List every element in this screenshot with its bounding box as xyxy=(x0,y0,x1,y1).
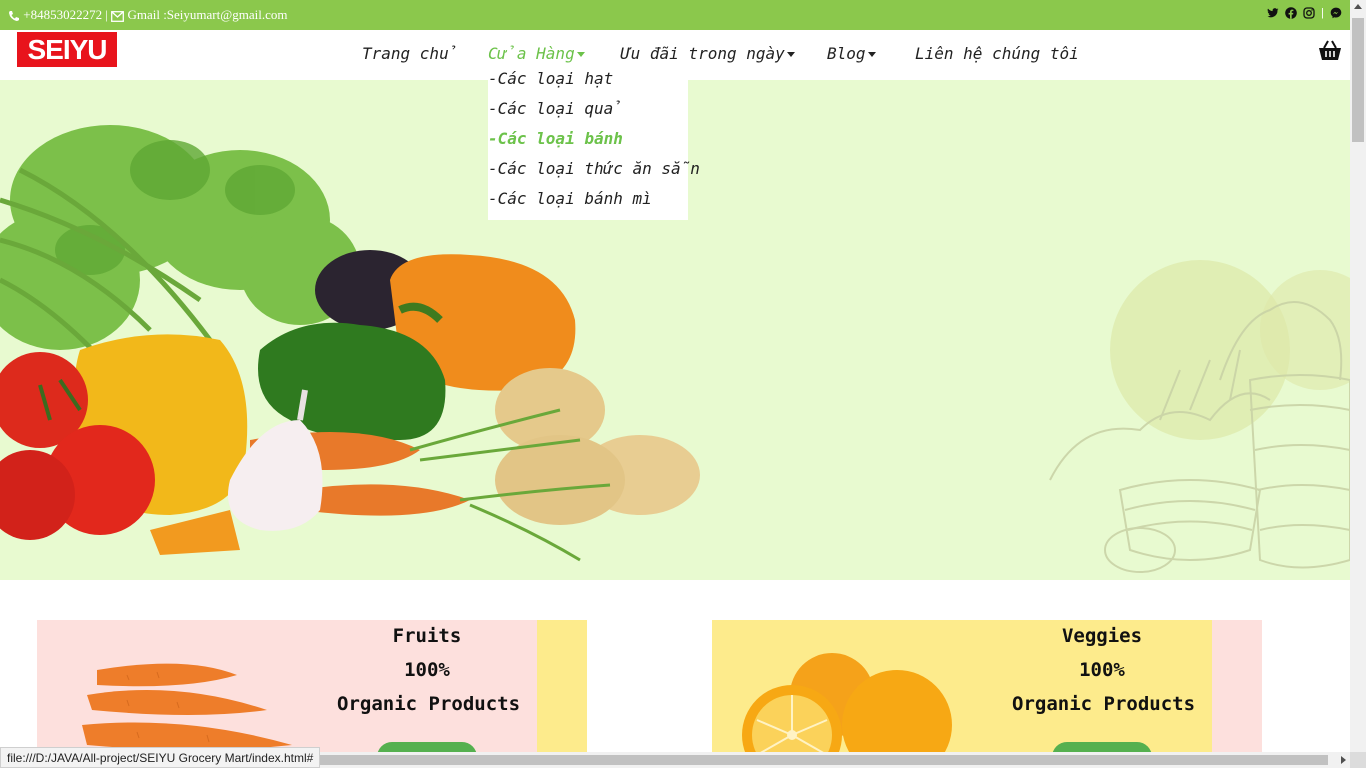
promo-card-veggies: Veggies 100% Organic Products xyxy=(712,620,1262,760)
card-accent-stripe xyxy=(537,620,587,760)
vertical-scrollbar[interactable] xyxy=(1350,0,1366,752)
instagram-icon[interactable] xyxy=(1303,7,1315,19)
card-subtitle: Organic Products xyxy=(337,693,521,715)
card-percent: 100% xyxy=(1079,659,1125,681)
nav-daily-deals[interactable]: Ưu đãi trong ngày xyxy=(621,44,795,63)
promo-card-fruits: Fruits 100% Organic Products xyxy=(37,620,587,760)
card-accent-stripe xyxy=(1212,620,1262,760)
dropdown-item-bread[interactable]: -Các loại bánh mì xyxy=(488,191,688,230)
social-separator: | xyxy=(1321,7,1324,19)
vertical-scroll-thumb[interactable] xyxy=(1352,18,1364,142)
basket-icon[interactable] xyxy=(1318,40,1342,62)
chevron-down-icon xyxy=(786,52,795,57)
nav-blog[interactable]: Blog xyxy=(827,44,876,63)
status-bar-url: file:///D:/JAVA/All-project/SEIYU Grocer… xyxy=(0,747,321,768)
nav-contact[interactable]: Liên hệ chúng tôi xyxy=(915,44,1079,63)
shop-dropdown-menu: -Các loại hạt -Các loại quả -Các loại bá… xyxy=(488,71,700,220)
envelope-icon xyxy=(111,10,125,22)
nav-contact-label: Liên hệ chúng tôi xyxy=(915,44,1079,63)
card-percent: 100% xyxy=(404,659,450,681)
scrollbar-corner xyxy=(1350,752,1366,768)
nav-home-label: Trang chủ xyxy=(362,44,459,63)
phone-icon xyxy=(9,11,19,22)
card-title: Veggies xyxy=(1061,625,1143,647)
contact-separator: | xyxy=(105,7,108,22)
twitter-icon[interactable] xyxy=(1267,7,1279,19)
nav-home[interactable]: Trang chủ xyxy=(362,44,458,63)
facebook-icon[interactable] xyxy=(1285,7,1297,19)
oranges-image xyxy=(742,653,952,760)
card-title: Fruits xyxy=(392,625,462,647)
nav-daily-deals-label: Ưu đãi trong ngày xyxy=(621,44,785,63)
nav-shop[interactable]: Cửa Hàng xyxy=(488,44,585,63)
logo-text: SEIYU xyxy=(27,33,107,65)
contact-info: +84853022272 | Gmail :Seiyumart@gmail.co… xyxy=(8,7,287,23)
social-links: | xyxy=(1267,7,1342,19)
seiyu-logo[interactable]: SEIYU xyxy=(17,32,117,67)
card-subtitle: Organic Products xyxy=(1012,693,1196,715)
dropdown-item-label: -Các loại quả xyxy=(488,99,623,118)
nav-blog-label: Blog xyxy=(827,44,866,63)
chevron-down-icon xyxy=(576,52,585,57)
carrots-image xyxy=(82,663,292,760)
nav-shop-label: Cửa Hàng xyxy=(488,44,575,63)
email-address[interactable]: Gmail :Seiyumart@gmail.com xyxy=(127,7,287,22)
chevron-down-icon xyxy=(867,52,876,57)
scroll-right-arrow-icon[interactable] xyxy=(1341,756,1346,764)
dropdown-item-label: -Các loại bánh mì xyxy=(488,189,652,208)
messenger-icon[interactable] xyxy=(1330,7,1342,19)
dropdown-item-label: -Các loại bánh xyxy=(488,129,623,148)
phone-number: +84853022272 xyxy=(23,7,103,22)
top-contact-bar: +84853022272 | Gmail :Seiyumart@gmail.co… xyxy=(0,0,1350,30)
scroll-up-arrow-icon[interactable] xyxy=(1354,4,1362,9)
dropdown-item-label: -Các loại hạt xyxy=(488,69,614,88)
main-navbar: SEIYU Trang chủ Cửa Hàng Ưu đãi trong ng… xyxy=(0,30,1350,80)
dropdown-item-label: -Các loại thức ăn sẵn xyxy=(488,159,700,178)
